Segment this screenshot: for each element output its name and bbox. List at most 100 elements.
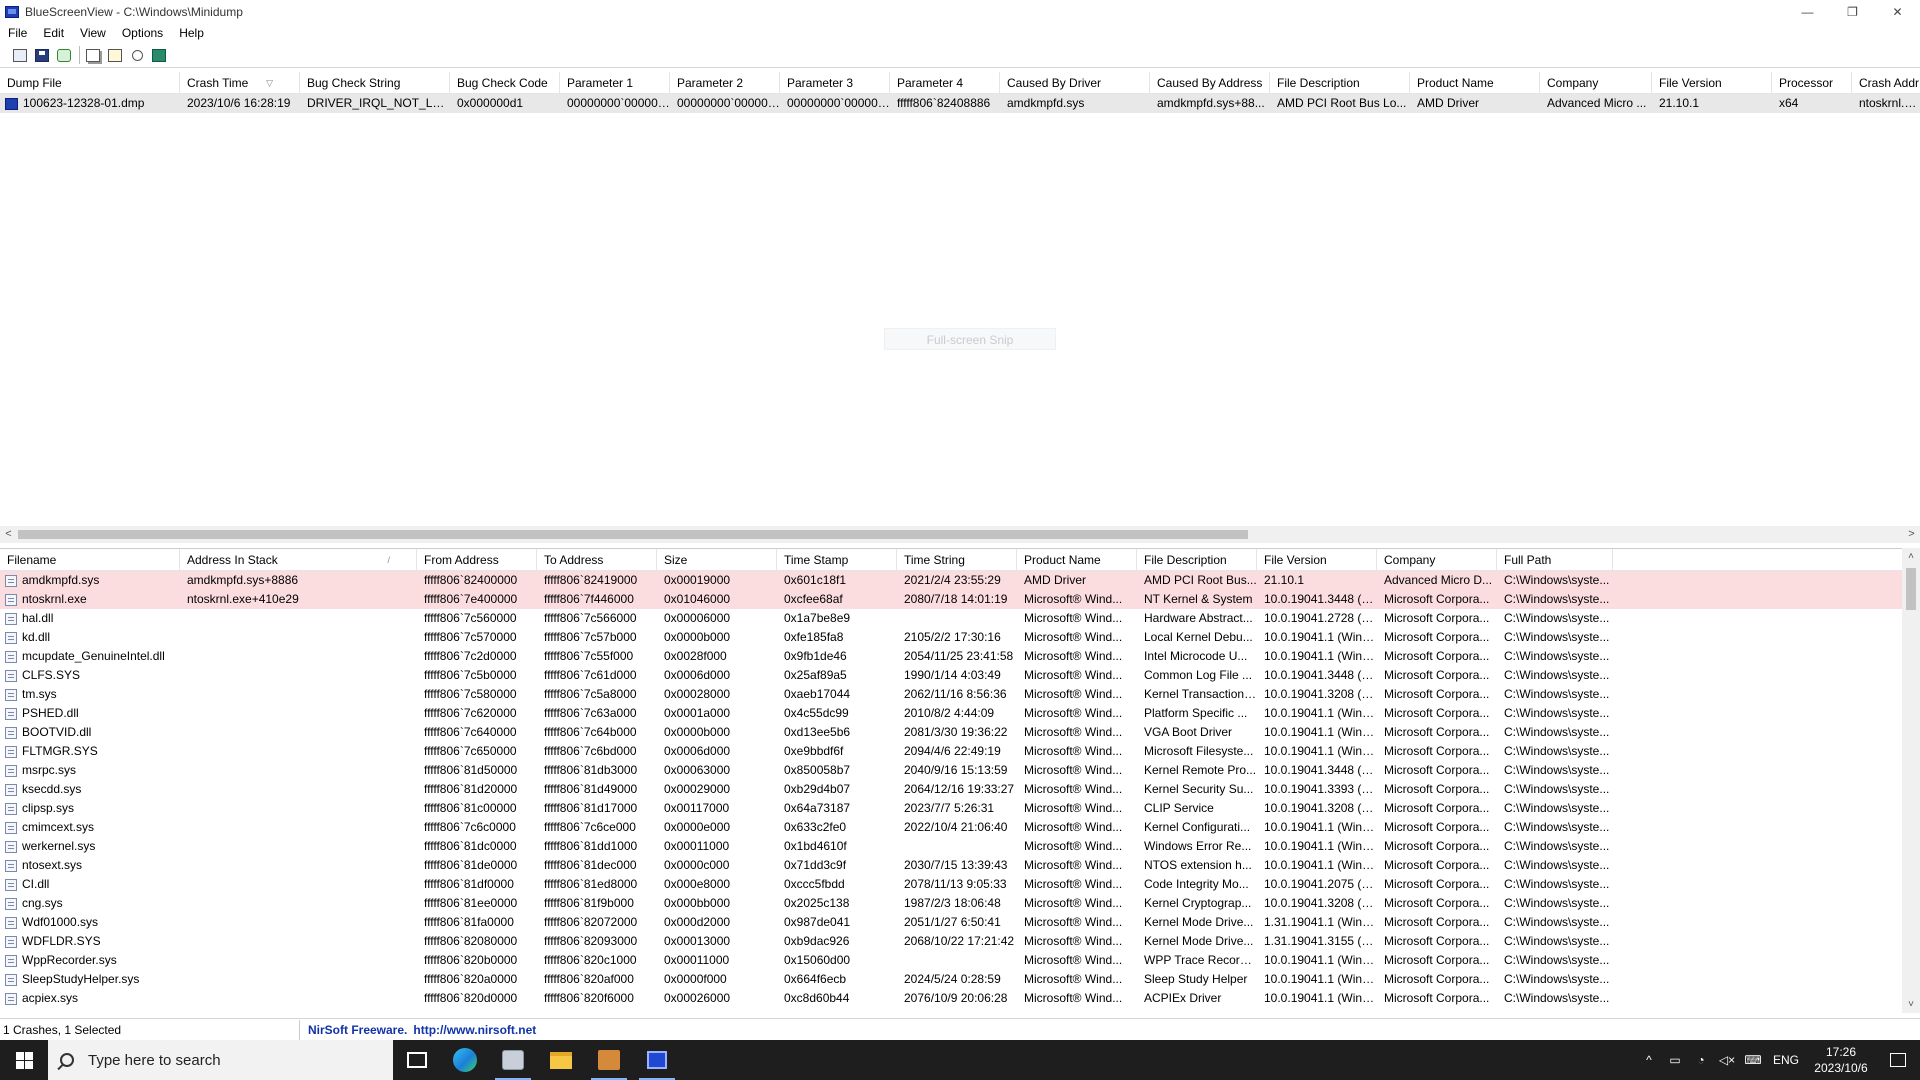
column-header-company[interactable]: Company [1377, 549, 1497, 570]
horizontal-scrollbar[interactable]: < > [0, 526, 1920, 543]
column-header-crash-time[interactable]: Crash Time ▽ [180, 72, 300, 93]
table-row[interactable]: FLTMGR.SYS fffff806`7c650000 fffff806`7c6b… [0, 742, 1902, 761]
column-header-file-description[interactable]: File Description [1137, 549, 1257, 570]
table-row[interactable]: werkernel.sys fffff806`81dc0000 fffff806`8… [0, 837, 1902, 856]
column-header-company[interactable]: Company [1540, 72, 1652, 93]
table-row[interactable]: msrpc.sys fffff806`81d50000 fffff806`81db3… [0, 761, 1902, 780]
column-header-full-path[interactable]: Full Path [1497, 549, 1613, 570]
close-button[interactable]: ✕ [1875, 0, 1920, 23]
task-view-button[interactable] [393, 1040, 441, 1080]
scroll-down-icon[interactable]: ˅ [1902, 996, 1920, 1013]
column-header-parameter-2[interactable]: Parameter 2 [670, 72, 780, 93]
cell-company: Microsoft Corpora... [1384, 763, 1490, 777]
nirsoft-link[interactable]: http://www.nirsoft.net [413, 1023, 536, 1037]
column-header-file-version[interactable]: File Version [1652, 72, 1772, 93]
column-header-dump-file[interactable]: Dump File [0, 72, 180, 93]
html-report-button[interactable] [10, 45, 30, 65]
menu-edit[interactable]: Edit [35, 26, 72, 40]
column-header-product-name[interactable]: Product Name [1410, 72, 1540, 93]
file-explorer-button[interactable] [537, 1040, 585, 1080]
save-button[interactable] [32, 45, 52, 65]
tools-taskbar-button[interactable] [489, 1040, 537, 1080]
column-header-file-description[interactable]: File Description [1270, 72, 1410, 93]
cell-time-stamp: 0xb9dac926 [784, 934, 850, 948]
refresh-button[interactable] [54, 45, 74, 65]
column-header-caused-by-address[interactable]: Caused By Address [1150, 72, 1270, 93]
notification-center-button[interactable] [1876, 1040, 1920, 1080]
table-row[interactable]: PSHED.dll fffff806`7c620000 fffff806`7c63a… [0, 704, 1902, 723]
table-row[interactable]: CI.dll fffff806`81df0000 fffff806`81ed8000… [0, 875, 1902, 894]
column-header-processor[interactable]: Processor [1772, 72, 1852, 93]
column-header-parameter-4[interactable]: Parameter 4 [890, 72, 1000, 93]
exit-button[interactable] [149, 45, 169, 65]
column-header-bug-check-string[interactable]: Bug Check String [300, 72, 450, 93]
find-button[interactable] [127, 45, 147, 65]
column-header-time-stamp[interactable]: Time Stamp [777, 549, 897, 570]
column-header-product-name[interactable]: Product Name [1017, 549, 1137, 570]
scroll-left-icon[interactable]: < [0, 526, 17, 543]
column-header-crash-addr[interactable]: Crash Addr [1852, 72, 1920, 93]
table-row[interactable]: clipsp.sys fffff806`81c00000 fffff806`81d1… [0, 799, 1902, 818]
menu-view[interactable]: View [72, 26, 114, 40]
table-row[interactable]: WDFLDR.SYS fffff806`82080000 fffff806`8209… [0, 932, 1902, 951]
column-header-file-version[interactable]: File Version [1257, 549, 1377, 570]
battery-icon[interactable]: ▭ [1662, 1040, 1688, 1080]
column-header-caused-by-driver[interactable]: Caused By Driver [1000, 72, 1150, 93]
menu-help[interactable]: Help [171, 26, 212, 40]
column-header-parameter-1[interactable]: Parameter 1 [560, 72, 670, 93]
table-row[interactable]: ntosext.sys fffff806`81de0000 fffff806`81d… [0, 856, 1902, 875]
column-header-address-in-stack[interactable]: Address In Stack / [180, 549, 417, 570]
column-header-time-string[interactable]: Time String [897, 549, 1017, 570]
table-row[interactable]: Wdf01000.sys fffff806`81fa0000 fffff806`82… [0, 913, 1902, 932]
table-row[interactable]: WppRecorder.sys fffff806`820b0000 fffff806… [0, 951, 1902, 970]
horizontal-scroll-thumb[interactable] [18, 530, 1248, 539]
taskbar-search-box[interactable]: Type here to search [48, 1040, 393, 1080]
cell-from-address: fffff806`81ee0000 [424, 896, 518, 910]
volume-muted-icon[interactable]: ◁× [1714, 1040, 1740, 1080]
table-row[interactable]: mcupdate_GenuineIntel.dll fffff806`7c2d00… [0, 647, 1902, 666]
column-header-from-address[interactable]: From Address [417, 549, 537, 570]
cell-from-address: fffff806`81d50000 [424, 763, 518, 777]
column-header-parameter-3[interactable]: Parameter 3 [780, 72, 890, 93]
table-row[interactable]: tm.sys fffff806`7c580000 fffff806`7c5a8000… [0, 685, 1902, 704]
copy-button[interactable] [83, 45, 103, 65]
table-row[interactable]: kd.dll fffff806`7c570000 fffff806`7c57b000… [0, 628, 1902, 647]
table-row[interactable]: hal.dll fffff806`7c560000 fffff806`7c56600… [0, 609, 1902, 628]
edge-taskbar-button[interactable] [441, 1040, 489, 1080]
vertical-scrollbar[interactable]: ˄ ˅ [1902, 548, 1920, 1013]
table-row[interactable]: acpiex.sys fffff806`820d0000 fffff806`820f… [0, 989, 1902, 1008]
table-row[interactable]: ksecdd.sys fffff806`81d20000 fffff806`81d4… [0, 780, 1902, 799]
properties-button[interactable] [105, 45, 125, 65]
scroll-right-icon[interactable]: > [1903, 526, 1920, 543]
table-row[interactable]: SleepStudyHelper.sys fffff806`820a0000 fff… [0, 970, 1902, 989]
crash-list[interactable]: Dump File Crash Time ▽ Bug Check String Bug … [0, 72, 1920, 524]
cell-to-address: fffff806`7c6bd000 [544, 744, 637, 758]
table-row[interactable]: BOOTVID.dll fffff806`7c640000 fffff806`7c6… [0, 723, 1902, 742]
vertical-scroll-thumb[interactable] [1906, 568, 1916, 610]
clock[interactable]: 17:26 2023/10/6 [1806, 1044, 1876, 1076]
table-row[interactable]: cng.sys fffff806`81ee0000 fffff806`81f9b00… [0, 894, 1902, 913]
column-header-to-address[interactable]: To Address [537, 549, 657, 570]
network-icon[interactable]: ◔ [1688, 1040, 1714, 1080]
minimize-button[interactable]: — [1785, 0, 1830, 23]
start-button[interactable] [0, 1040, 48, 1080]
column-header-filename[interactable]: Filename [0, 549, 180, 570]
column-header-bug-check-code[interactable]: Bug Check Code [450, 72, 560, 93]
table-row[interactable]: ntoskrnl.exe ntoskrnl.exe+410e29 fffff806`… [0, 590, 1902, 609]
keyboard-icon[interactable]: ⌨ [1740, 1040, 1766, 1080]
menu-options[interactable]: Options [114, 26, 171, 40]
column-header-size[interactable]: Size [657, 549, 777, 570]
input-language[interactable]: ENG [1766, 1040, 1806, 1080]
table-row[interactable]: CLFS.SYS fffff806`7c5b0000 fffff806`7c61d0… [0, 666, 1902, 685]
table-row[interactable]: amdkmpfd.sys amdkmpfd.sys+8886 fffff806`82… [0, 571, 1902, 590]
menu-file[interactable]: File [0, 26, 35, 40]
table-row[interactable]: 100623-12328-01.dmp 2023/10/6 16:28:19 DRI… [0, 94, 1920, 113]
cell-company: Microsoft Corpora... [1384, 630, 1490, 644]
driver-list[interactable]: Filename Address In Stack / From Address To … [0, 548, 1902, 1013]
bluescreenview-taskbar-button[interactable] [633, 1040, 681, 1080]
scroll-up-icon[interactable]: ˄ [1902, 548, 1920, 565]
table-row[interactable]: cmimcext.sys fffff806`7c6c0000 fffff806`7c… [0, 818, 1902, 837]
archive-app-button[interactable] [585, 1040, 633, 1080]
maximize-button[interactable]: ❐ [1830, 0, 1875, 23]
tray-overflow-chevron-icon[interactable]: ^ [1636, 1040, 1662, 1080]
